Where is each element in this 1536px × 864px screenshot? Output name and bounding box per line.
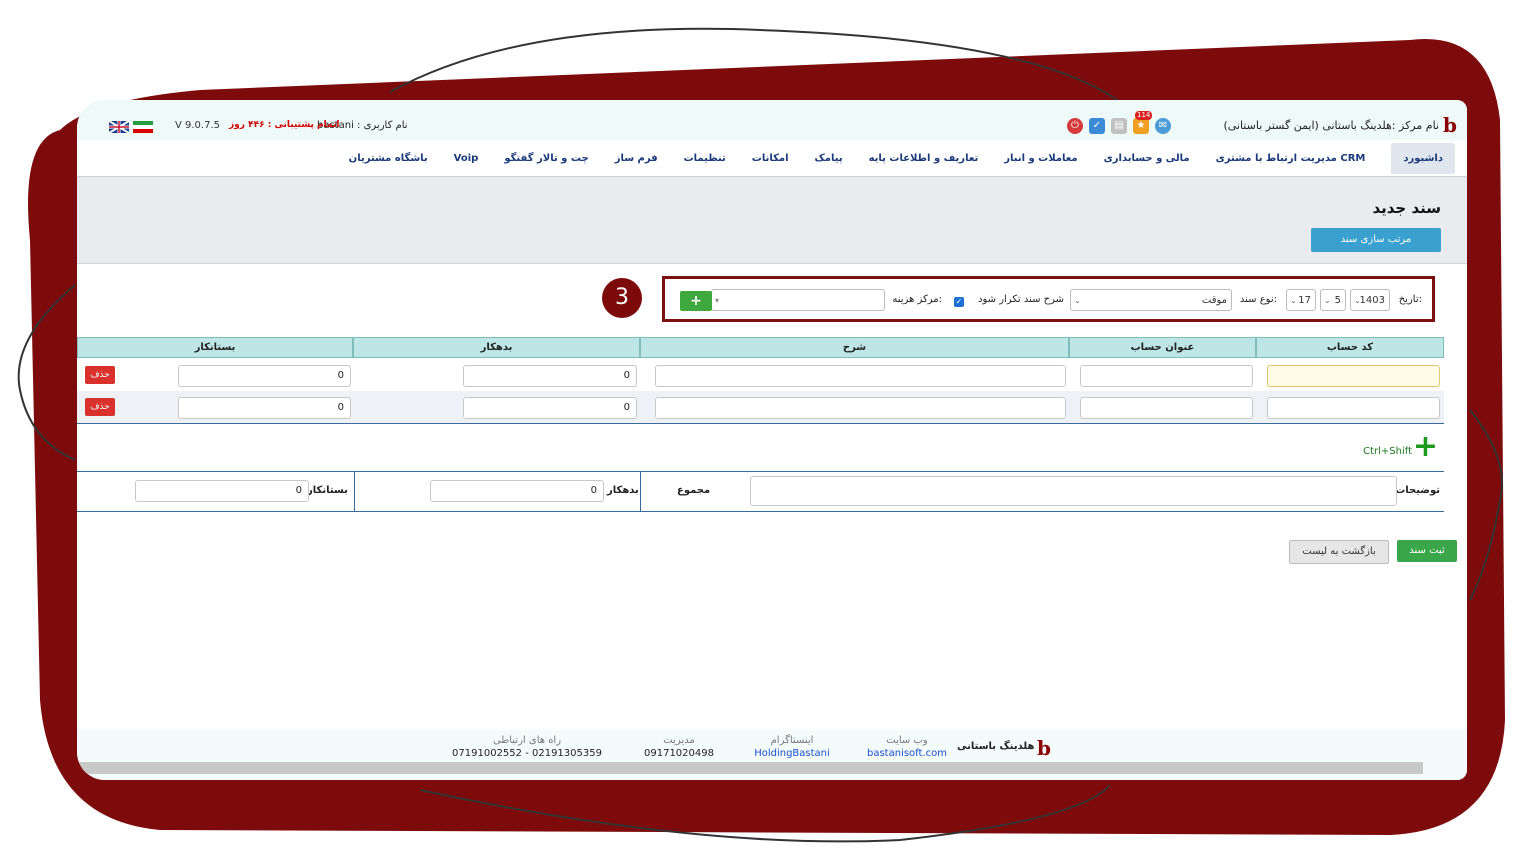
repeat-description-label: شرح سند تکرار شود (978, 294, 1064, 305)
nav-sms[interactable]: پیامک (815, 153, 843, 164)
year-select[interactable]: ⌄ 1403 (1350, 289, 1390, 311)
add-cost-center-button[interactable]: + (680, 291, 712, 311)
date-label: تاریخ: (1398, 294, 1422, 305)
footer-instagram: اینستاگرام HoldingBastani (747, 735, 837, 759)
account-code-input[interactable] (1267, 365, 1440, 387)
totals-row: توضیحات مجموع بدهکار 0 بستانکار 0 (77, 471, 1444, 512)
account-title-input[interactable] (1080, 365, 1253, 387)
chevron-down-icon: ⌄ (1074, 296, 1081, 305)
debit-input[interactable]: 0 (463, 365, 637, 387)
credit-input[interactable]: 0 (178, 365, 351, 387)
month-select[interactable]: ⌄ 5 (1320, 289, 1346, 311)
chevron-down-icon: ⌄ (1324, 296, 1331, 305)
total-debit-label: بدهکار (607, 485, 639, 496)
app-window: b نام مرکز :هلدینگ باستانی (ایمن گستر با… (77, 100, 1467, 780)
horizontal-scrollbar[interactable] (77, 762, 1423, 774)
footer-contact: راه های ارتباطی 07191002552 - 0219130535… (452, 735, 602, 759)
description-input[interactable] (655, 397, 1066, 419)
notes-label: توضیحات (1395, 485, 1440, 496)
nav-voip[interactable]: Voip (454, 153, 479, 164)
nav-customer-club[interactable]: باشگاه مشتریان (349, 153, 428, 164)
center-name: نام مرکز :هلدینگ باستانی (ایمن گستر باست… (1223, 119, 1439, 132)
description-input[interactable] (655, 365, 1066, 387)
nav-crm[interactable]: مدیریت ارتباط با مشتری CRM (1216, 153, 1366, 164)
repeat-description-checkbox[interactable]: ✓ (954, 297, 964, 307)
total-credit-value: 0 (135, 480, 309, 502)
toolbar-icons: ⏻ ✓ ▤ ★ 114 ✉ (1067, 111, 1171, 134)
iran-flag-icon[interactable] (133, 121, 153, 133)
step-number-badge: 3 (602, 278, 642, 318)
instagram-link[interactable]: HoldingBastani (747, 748, 837, 759)
back-to-list-button[interactable]: بازگشت به لیست (1289, 540, 1389, 564)
uk-flag-icon[interactable] (109, 121, 129, 133)
add-row-area: + Ctrl+Shift (77, 423, 1444, 472)
main-nav: داشبورد مدیریت ارتباط با مشتری CRM مالی … (77, 140, 1467, 177)
col-account-title: عنوان حساب (1069, 337, 1256, 358)
notification-badge: 114 (1135, 111, 1153, 120)
power-icon[interactable]: ⏻ (1067, 118, 1083, 134)
notes-input[interactable] (750, 476, 1397, 506)
total-debit-value: 0 (430, 480, 604, 502)
add-row-shortcut: Ctrl+Shift (1363, 446, 1412, 457)
footer-management: مدیریت 09171020498 (644, 735, 714, 759)
col-description: شرح (640, 337, 1069, 358)
nav-basic-info[interactable]: تعاریف و اطلاعات پایه (869, 153, 979, 164)
col-account-code: کد حساب (1256, 337, 1444, 358)
cost-center-label: مرکز هزینه: (892, 294, 942, 305)
calendar-check-icon[interactable]: ✓ (1089, 118, 1105, 134)
calendar-icon[interactable]: ▤ (1111, 118, 1127, 134)
page-title: سند جدید (1372, 199, 1441, 217)
credit-input[interactable]: 0 (178, 397, 351, 419)
col-debit: بدهکار (353, 337, 640, 358)
notification-icon[interactable]: ★ 114 (1133, 111, 1153, 134)
day-select[interactable]: ⌄ 17 (1286, 289, 1316, 311)
submit-document-button[interactable]: ثبت سند (1397, 540, 1457, 562)
nav-features[interactable]: امکانات (752, 153, 789, 164)
footer-company: هلدینگ باستانی (957, 741, 1035, 752)
total-credit-label: بستانکار (307, 485, 348, 496)
chevron-down-icon: ▾ (715, 296, 720, 305)
footer-website: وب سایت bastanisoft.com (867, 735, 947, 759)
account-code-input[interactable] (1267, 397, 1440, 419)
doc-type-select[interactable]: ⌄ موقت (1070, 289, 1232, 311)
debit-input[interactable]: 0 (463, 397, 637, 419)
document-options-box: تاریخ: ⌄ 1403 ⌄ 5 ⌄ 17 نوع سند: ⌄ موقت ش… (662, 276, 1435, 322)
version-label: V 9.0.7.5 (175, 120, 221, 131)
nav-settings[interactable]: تنظیمات (684, 153, 726, 164)
table-row: 0 0 حذف (77, 391, 1444, 423)
website-link[interactable]: bastanisoft.com (867, 748, 947, 759)
doc-type-label: نوع سند: (1239, 294, 1277, 305)
top-bar: b نام مرکز :هلدینگ باستانی (ایمن گستر با… (77, 100, 1467, 141)
col-credit: بستانکار (77, 337, 353, 358)
delete-row-button[interactable]: حذف (85, 366, 115, 384)
table-row: 0 0 حذف (77, 359, 1444, 391)
language-flags (109, 121, 153, 133)
bastani-logo-icon: b (1443, 113, 1457, 137)
delete-row-button[interactable]: حذف (85, 398, 115, 416)
nav-trade-warehouse[interactable]: معاملات و انبار (1004, 153, 1077, 164)
nav-finance[interactable]: مالی و حسابداری (1104, 153, 1190, 164)
sum-label: مجموع (677, 485, 711, 496)
nav-chat[interactable]: چت و تالار گفتگو (504, 153, 588, 164)
bastani-footer-logo-icon: b (1037, 736, 1051, 760)
journal-table-header: کد حساب عنوان حساب شرح بدهکار بستانکار (77, 337, 1444, 358)
cost-center-select[interactable]: ▾ (711, 289, 885, 311)
chat-icon[interactable]: ✉ (1155, 118, 1171, 134)
add-row-plus-icon[interactable]: + (1413, 432, 1438, 462)
chevron-down-icon: ⌄ (1290, 296, 1297, 305)
page-header: سند جدید مرتب سازی سند (77, 177, 1467, 264)
nav-form-builder[interactable]: فرم ساز (615, 153, 658, 164)
support-remaining: اتمام پشتیبانی : ۴۴۶ روز (229, 120, 340, 130)
account-title-input[interactable] (1080, 397, 1253, 419)
nav-dashboard[interactable]: داشبورد (1391, 142, 1455, 174)
sort-document-button[interactable]: مرتب سازی سند (1311, 228, 1441, 252)
